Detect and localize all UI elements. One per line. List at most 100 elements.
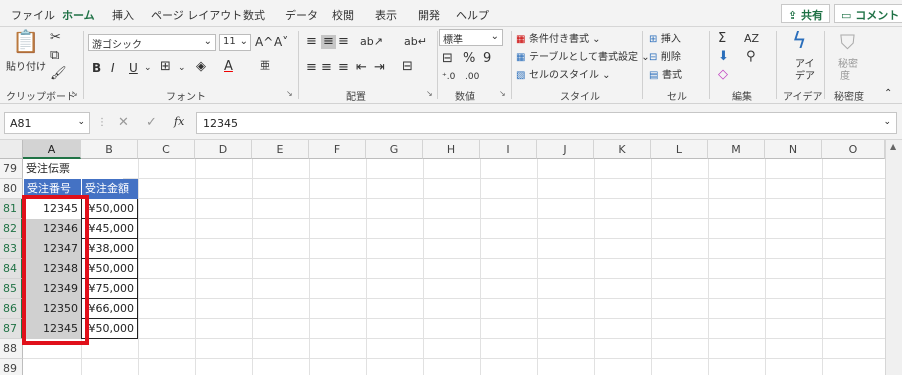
scroll-up-icon[interactable]: ▲ bbox=[890, 142, 896, 151]
cell-b84[interactable]: ¥50,000 bbox=[81, 259, 138, 279]
cell-b82[interactable]: ¥45,000 bbox=[81, 219, 138, 239]
col-header-f[interactable]: F bbox=[309, 140, 366, 159]
align-top-icon[interactable]: ≡ bbox=[306, 35, 317, 49]
find-icon[interactable]: ⚲ bbox=[746, 50, 756, 64]
tab-insert[interactable]: 挿入 bbox=[112, 7, 134, 23]
format-painter-icon[interactable]: 🖌 bbox=[50, 67, 67, 81]
cell-b81[interactable]: ¥50,000 bbox=[81, 199, 138, 219]
cut-icon[interactable]: ✂ bbox=[50, 31, 61, 45]
row-header-85[interactable]: 85 bbox=[0, 279, 23, 299]
fill-color-icon[interactable]: ◈ bbox=[196, 60, 206, 74]
col-header-m[interactable]: M bbox=[708, 140, 765, 159]
tab-developer[interactable]: 開発 bbox=[418, 7, 440, 23]
col-header-e[interactable]: E bbox=[252, 140, 309, 159]
italic-icon[interactable]: I bbox=[111, 61, 115, 75]
number-launcher-icon[interactable]: ↘ bbox=[499, 89, 506, 98]
chevron-down-icon[interactable]: ⌄ bbox=[144, 61, 152, 75]
row-header-81[interactable]: 81 bbox=[0, 199, 23, 219]
align-bottom-icon[interactable]: ≡ bbox=[338, 35, 349, 49]
align-middle-icon[interactable]: ≡ bbox=[321, 35, 336, 49]
comment-button[interactable]: ▭ コメント bbox=[834, 4, 902, 23]
col-header-k[interactable]: K bbox=[594, 140, 651, 159]
vertical-scrollbar[interactable]: ▲ bbox=[885, 140, 902, 375]
comma-icon[interactable]: 9 bbox=[483, 52, 491, 66]
tab-page-layout[interactable]: ページ レイアウト bbox=[151, 7, 242, 23]
bold-icon[interactable]: B bbox=[92, 61, 101, 75]
collapse-ribbon-icon[interactable]: ⌃ bbox=[884, 87, 892, 101]
wrap-text-icon[interactable]: ab↵ bbox=[404, 35, 427, 49]
enter-icon[interactable]: ✓ bbox=[146, 116, 157, 130]
cell-b83[interactable]: ¥38,000 bbox=[81, 239, 138, 259]
col-header-l[interactable]: L bbox=[651, 140, 708, 159]
col-header-c[interactable]: C bbox=[138, 140, 195, 159]
select-all-corner[interactable] bbox=[0, 140, 23, 159]
chevron-down-icon[interactable]: ⌄ bbox=[178, 61, 186, 75]
cell-b85[interactable]: ¥75,000 bbox=[81, 279, 138, 299]
insert-function-icon[interactable]: fx bbox=[174, 115, 184, 129]
align-left-icon[interactable]: ≡ bbox=[306, 61, 317, 75]
format-as-table-button[interactable]: ▦ テーブルとして書式設定 ⌄ bbox=[516, 48, 650, 63]
font-size-select[interactable]: 11 ⌄ bbox=[219, 34, 251, 51]
cancel-icon[interactable]: ✕ bbox=[118, 116, 129, 130]
cell-b80-header[interactable]: 受注金額 bbox=[81, 179, 138, 199]
row-header-80[interactable]: 80 bbox=[0, 179, 23, 199]
underline-icon[interactable]: U bbox=[129, 61, 138, 75]
paste-button[interactable]: 貼り付け bbox=[6, 58, 46, 73]
percent-icon[interactable]: % bbox=[463, 52, 475, 66]
col-header-j[interactable]: J bbox=[537, 140, 594, 159]
alignment-launcher-icon[interactable]: ↘ bbox=[426, 89, 433, 98]
autosum-icon[interactable]: Σ bbox=[718, 32, 726, 46]
tab-file[interactable]: ファイル bbox=[11, 7, 55, 23]
paste-icon[interactable]: 📋 bbox=[12, 31, 39, 55]
tab-data[interactable]: データ bbox=[285, 7, 318, 23]
decrease-decimal-icon[interactable]: .00 bbox=[465, 70, 479, 84]
sensitivity-icon[interactable]: ⛉ bbox=[840, 30, 855, 54]
row-header-83[interactable]: 83 bbox=[0, 239, 23, 259]
borders-icon[interactable]: ⊞ bbox=[160, 60, 171, 74]
font-launcher-icon[interactable]: ↘ bbox=[286, 89, 293, 98]
col-header-i[interactable]: I bbox=[480, 140, 537, 159]
tab-formulas[interactable]: 数式 bbox=[243, 7, 265, 23]
number-format-select[interactable]: 標準 ⌄ bbox=[439, 29, 503, 46]
col-header-g[interactable]: G bbox=[366, 140, 423, 159]
grow-font-icon[interactable]: A^ bbox=[255, 35, 273, 49]
phonetic-icon[interactable]: 亜 bbox=[260, 60, 270, 74]
cell-a79-title[interactable]: 受注伝票 bbox=[23, 159, 123, 179]
formula-input[interactable]: 12345 ⌄ bbox=[196, 112, 897, 134]
col-header-h[interactable]: H bbox=[423, 140, 480, 159]
row-header-86[interactable]: 86 bbox=[0, 299, 23, 319]
delete-cells-button[interactable]: ⊟ 削除 bbox=[649, 48, 681, 63]
format-cells-button[interactable]: ▤ 書式 bbox=[649, 66, 682, 81]
insert-cells-button[interactable]: ⊞ 挿入 bbox=[649, 30, 681, 45]
col-header-b[interactable]: B bbox=[81, 140, 138, 159]
increase-decimal-icon[interactable]: ⁺.0 bbox=[442, 70, 455, 84]
orientation-icon[interactable]: ab↗ bbox=[360, 35, 383, 49]
clipboard-launcher-icon[interactable]: ↘ bbox=[71, 89, 78, 98]
merge-center-icon[interactable]: ⊟ bbox=[402, 60, 413, 74]
cell-styles-button[interactable]: ▧ セルのスタイル ⌄ bbox=[516, 66, 611, 81]
tab-help[interactable]: ヘルプ bbox=[456, 7, 489, 23]
shrink-font-icon[interactable]: A˅ bbox=[274, 35, 288, 49]
worksheet-grid[interactable]: A B C D E F G H I J K L M N O 79 80 81 8… bbox=[0, 140, 902, 375]
col-header-d[interactable]: D bbox=[195, 140, 252, 159]
col-header-n[interactable]: N bbox=[765, 140, 822, 159]
copy-icon[interactable]: ⧉ bbox=[50, 49, 59, 63]
tab-review[interactable]: 校閲 bbox=[332, 7, 354, 23]
row-header-87[interactable]: 87 bbox=[0, 319, 23, 339]
row-header-89[interactable]: 89 bbox=[0, 359, 23, 375]
align-right-icon[interactable]: ≡ bbox=[338, 61, 349, 75]
row-header-82[interactable]: 82 bbox=[0, 219, 23, 239]
conditional-format-button[interactable]: ▦ 条件付き書式 ⌄ bbox=[516, 30, 601, 45]
share-button[interactable]: ⇪ 共有 bbox=[781, 4, 831, 23]
clear-icon[interactable]: ◇ bbox=[718, 68, 728, 82]
increase-indent-icon[interactable]: ⇥ bbox=[374, 61, 385, 75]
row-header-84[interactable]: 84 bbox=[0, 259, 23, 279]
sensitivity-label-line2[interactable]: 度 bbox=[840, 67, 850, 82]
ideas-icon[interactable]: ϟ bbox=[792, 30, 807, 54]
currency-icon[interactable]: ⊟ bbox=[442, 52, 453, 66]
font-name-select[interactable]: 游ゴシック ⌄ bbox=[88, 34, 216, 51]
ideas-label-line2[interactable]: デア bbox=[795, 67, 815, 82]
decrease-indent-icon[interactable]: ⇤ bbox=[356, 61, 367, 75]
tab-home[interactable]: ホーム bbox=[62, 7, 95, 29]
col-header-o[interactable]: O bbox=[822, 140, 885, 159]
